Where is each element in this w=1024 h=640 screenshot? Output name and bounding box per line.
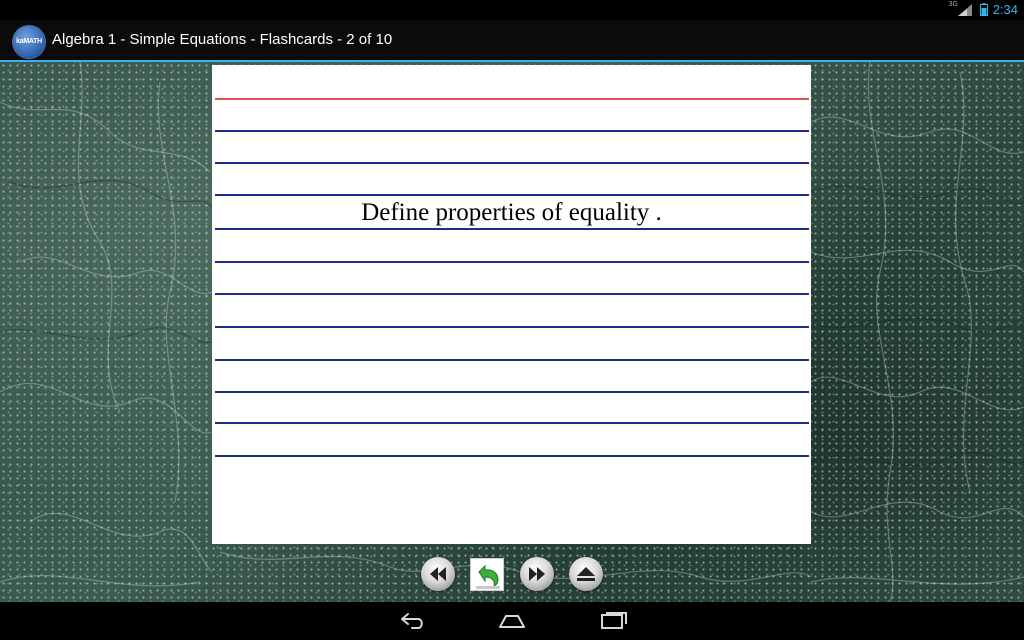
flip-card-icon	[476, 564, 500, 589]
flip-card-button[interactable]	[470, 558, 504, 591]
navigation-bar	[0, 602, 1024, 640]
card-rule	[215, 261, 809, 263]
app-title: Algebra 1 - Simple Equations - Flashcard…	[52, 31, 393, 48]
status-bar: 3G 2:34	[0, 0, 1024, 20]
card-rule	[215, 130, 809, 132]
card-rule	[215, 359, 809, 361]
card-rule	[215, 455, 809, 457]
back-button[interactable]	[396, 610, 426, 632]
fast-forward-icon	[529, 567, 545, 581]
exit-button[interactable]	[569, 557, 603, 591]
app-logo-icon[interactable]: kaMATH	[13, 26, 45, 58]
action-bar: kaMATH Algebra 1 - Simple Equations - Fl…	[0, 20, 1024, 62]
recent-apps-button[interactable]	[599, 610, 629, 632]
flashcard-area: Define properties of equality .	[0, 62, 1024, 602]
status-time: 2:34	[992, 2, 1018, 17]
next-card-button[interactable]	[520, 557, 554, 591]
card-rule	[215, 422, 809, 424]
card-rule	[215, 391, 809, 393]
card-rule	[215, 293, 809, 295]
flashcard[interactable]: Define properties of equality .	[212, 65, 811, 544]
home-icon	[499, 615, 525, 628]
home-button[interactable]	[497, 610, 527, 632]
network-label: 3G	[948, 1, 958, 8]
flashcard-question: Define properties of equality .	[361, 199, 662, 226]
back-icon	[401, 613, 423, 629]
signal-icon	[958, 4, 972, 16]
card-rule	[215, 162, 809, 164]
card-header-rule	[215, 98, 809, 100]
battery-icon	[980, 3, 988, 16]
rewind-icon	[430, 567, 446, 581]
recent-apps-icon	[601, 612, 627, 629]
card-rule	[215, 228, 809, 230]
previous-card-button[interactable]	[421, 557, 455, 591]
card-rule	[215, 194, 809, 196]
eject-icon	[577, 567, 595, 581]
card-rule	[215, 326, 809, 328]
